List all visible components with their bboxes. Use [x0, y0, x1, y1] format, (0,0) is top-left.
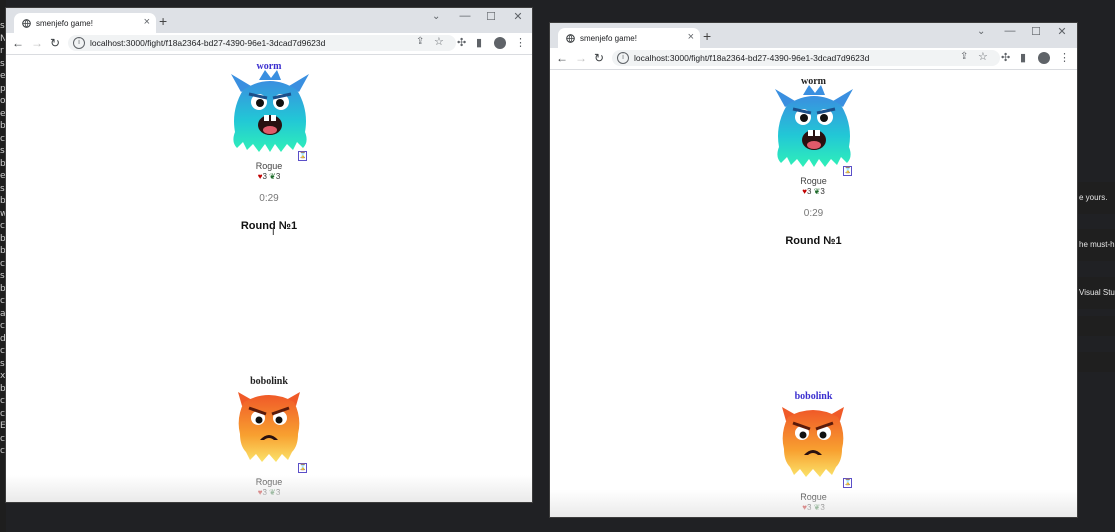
profile-avatar[interactable]	[1038, 52, 1050, 64]
tab-title: smenjefo game!	[580, 34, 637, 43]
leaf-icon: ❦	[269, 488, 276, 497]
maximize-button[interactable]: ☐	[1029, 25, 1043, 38]
reload-button[interactable]: ↻	[594, 51, 604, 65]
bottom-player-name: bobolink	[250, 376, 288, 387]
snippet-1: e yours.	[1077, 182, 1115, 214]
browser-window-right: smenjefo game! × + ⌄ — ☐ ✕ ← → ↻ i local…	[550, 23, 1077, 517]
browser-menu-icon[interactable]: ⋮	[515, 36, 526, 49]
side-panel-icon[interactable]: ▮	[1020, 51, 1026, 64]
browser-toolbar: ← → ↻ i localhost:3000/fight/f18a2364-bd…	[6, 33, 532, 55]
blue-monster-avatar	[775, 85, 853, 167]
top-player-class: Rogue	[800, 176, 827, 186]
power-value: 3	[275, 488, 281, 497]
orange-monster-avatar	[238, 392, 300, 462]
hourglass-icon: ⌛	[298, 463, 307, 473]
round-timer: 0:29	[803, 208, 824, 219]
bottom-player-class: Rogue	[800, 492, 827, 502]
power-value: 3	[275, 172, 281, 181]
snippet-3: Visual Stuc	[1077, 277, 1115, 309]
minimize-button[interactable]: —	[1003, 25, 1017, 37]
share-icon[interactable]: ⇪	[960, 51, 968, 62]
forward-button[interactable]: →	[575, 51, 587, 65]
browser-window-left: smenjefo game! × + ⌄ — ☐ ✕ ← → ↻ i local…	[6, 8, 532, 502]
back-button[interactable]: ←	[12, 36, 24, 50]
hourglass-icon: ⌛	[843, 478, 852, 488]
bottom-player-stats: ♥3 ❦3	[550, 503, 1077, 512]
close-tab-icon[interactable]: ×	[688, 31, 694, 43]
round-title: Round №1	[240, 220, 298, 232]
text-cursor-icon: I	[272, 227, 275, 237]
power-value: 3	[820, 187, 825, 196]
site-info-icon[interactable]: i	[73, 37, 85, 49]
top-player-stats: ♥3 ❦3	[6, 172, 532, 181]
extensions-icon[interactable]: ✣	[1001, 51, 1010, 64]
tab-search-chevron-icon[interactable]: ⌄	[432, 11, 440, 22]
address-bar[interactable]: i localhost:3000/fight/f18a2364-bd27-439…	[68, 35, 456, 51]
minimize-button[interactable]: —	[458, 10, 472, 22]
hp-value: 3	[806, 187, 812, 196]
maximize-button[interactable]: ☐	[484, 10, 498, 23]
browser-tab[interactable]: smenjefo game! ×	[14, 13, 156, 33]
snippet-4	[1077, 316, 1115, 336]
top-player-class: Rogue	[255, 161, 283, 171]
bottom-player-class: Rogue	[255, 477, 283, 487]
extensions-icon[interactable]: ✣	[457, 36, 466, 49]
leaf-icon: ❦	[269, 172, 276, 181]
globe-icon	[22, 19, 31, 28]
hourglass-icon: ⌛	[843, 166, 852, 176]
globe-icon	[566, 34, 575, 43]
bottom-player-name: bobolink	[794, 391, 833, 402]
bottom-player-stats: ♥3 ❦3	[6, 488, 532, 497]
back-button[interactable]: ←	[556, 51, 568, 65]
hp-value: 3	[806, 503, 812, 512]
tab-search-chevron-icon[interactable]: ⌄	[977, 26, 985, 37]
browser-tab[interactable]: smenjefo game! ×	[558, 28, 700, 48]
snippet-5	[1077, 352, 1115, 372]
new-tab-button[interactable]: +	[159, 13, 167, 29]
side-panel-icon[interactable]: ▮	[476, 36, 482, 49]
tab-strip: smenjefo game! × + ⌄ — ☐ ✕	[550, 23, 1077, 48]
reload-button[interactable]: ↻	[50, 36, 60, 50]
forward-button[interactable]: →	[31, 36, 43, 50]
power-value: 3	[820, 503, 825, 512]
game-page: worm ⌛ Rogue ♥3 ❦3 0:29 Round №1 bobolin…	[550, 70, 1077, 517]
window-close-button[interactable]: ✕	[511, 10, 525, 23]
new-tab-button[interactable]: +	[703, 28, 711, 44]
profile-avatar[interactable]	[494, 37, 506, 49]
hp-value: 3	[262, 488, 267, 497]
browser-menu-icon[interactable]: ⋮	[1059, 51, 1070, 64]
blue-monster-avatar	[231, 70, 309, 152]
hourglass-icon: ⌛	[298, 151, 307, 161]
window-close-button[interactable]: ✕	[1055, 25, 1069, 38]
round-timer: 0:29	[259, 193, 279, 204]
browser-toolbar: ← → ↻ i localhost:3000/fight/f18a2364-bd…	[550, 48, 1077, 70]
tab-strip: smenjefo game! × + ⌄ — ☐ ✕	[6, 8, 532, 33]
site-info-icon[interactable]: i	[617, 52, 629, 64]
snippet-2: he must-ha	[1077, 229, 1115, 261]
orange-monster-avatar	[782, 407, 844, 477]
game-page: worm ⌛ Rogue ♥3 ❦3 0:29 Round №1 I bobol…	[6, 55, 532, 502]
share-icon[interactable]: ⇪	[416, 36, 424, 47]
desktop-right-panel: e yours. he must-ha Visual Stuc	[1077, 0, 1115, 532]
round-title: Round №1	[785, 235, 842, 247]
tab-title: smenjefo game!	[36, 19, 93, 28]
top-player-stats: ♥3 ❦3	[550, 187, 1077, 196]
close-tab-icon[interactable]: ×	[144, 16, 150, 28]
hp-value: 3	[262, 172, 267, 181]
bookmark-star-icon[interactable]: ☆	[434, 35, 444, 48]
bookmark-star-icon[interactable]: ☆	[978, 50, 988, 63]
url-text: localhost:3000/fight/f18a2364-bd27-4390-…	[634, 53, 870, 63]
address-bar[interactable]: i localhost:3000/fight/f18a2364-bd27-439…	[612, 50, 1000, 66]
url-text: localhost:3000/fight/f18a2364-bd27-4390-…	[90, 38, 326, 48]
